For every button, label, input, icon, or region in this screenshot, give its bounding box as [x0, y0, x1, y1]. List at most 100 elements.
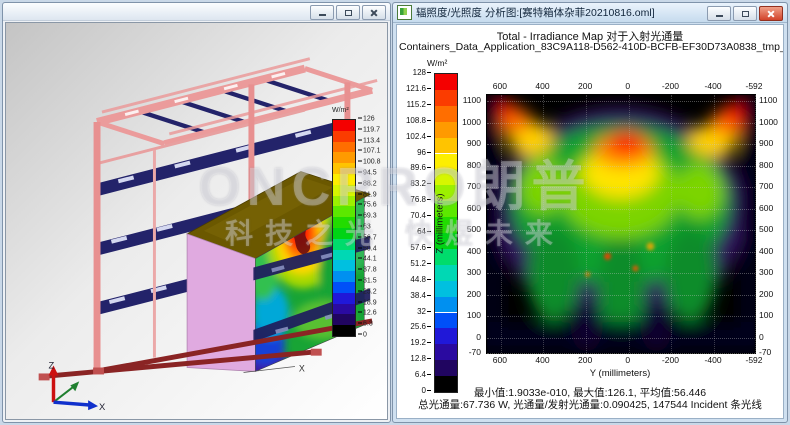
model-3d-scene: X Z X: [6, 23, 387, 419]
colorbar-tick-label: 115.2: [399, 101, 431, 109]
colorbar-tick-label: 25.6: [399, 323, 431, 331]
colorbar-segment: [333, 152, 355, 163]
axis-tick-label: 700: [467, 182, 481, 191]
axis-tick-label: 400: [467, 247, 481, 256]
colorbar-tick-label: 75.6: [358, 202, 377, 209]
close-button[interactable]: [759, 6, 783, 21]
axis-tick-label: 600: [467, 203, 481, 212]
axis-tick-label: 900: [759, 139, 773, 148]
restore-icon: [345, 10, 352, 16]
colorbar-tick-label: 126: [358, 116, 375, 123]
axis-tick-label: 0: [625, 356, 630, 365]
model-window-titlebar[interactable]: [3, 3, 390, 21]
minimize-button[interactable]: [310, 5, 334, 20]
axis-tick-label: 1100: [463, 96, 481, 105]
colorbar-tick-label: 0: [358, 332, 367, 339]
axis-tick-label: 400: [535, 82, 549, 91]
axis-tick-label: 100: [467, 311, 481, 320]
close-icon: [767, 10, 775, 18]
colorbar-labels: 128121.6115.2108.8102.49689.683.276.870.…: [399, 73, 431, 391]
y-axis-title: Y (millimeters): [486, 368, 754, 379]
model-3d-viewport[interactable]: X Z X W/m² 126119.7113.4107.1100: [5, 22, 388, 420]
restore-button[interactable]: [336, 5, 360, 20]
minimize-button[interactable]: [707, 6, 731, 21]
irradiance-window-titlebar[interactable]: 辐照度/光照度 分析图:[赛特箱体杂菲20210816.oml]: [393, 3, 787, 23]
grid-line: [586, 95, 587, 353]
axis-tick-label: -400: [705, 82, 722, 91]
axis-tick-label: 400: [535, 356, 549, 365]
irradiance-window-title: 辐照度/光照度 分析图:[赛特箱体杂菲20210816.oml]: [416, 5, 700, 20]
colorbar-tick-label: 119.7: [358, 126, 380, 133]
colorbar-tick-label: 18.9: [358, 299, 377, 306]
axis-tick-label: 0: [625, 82, 630, 91]
colorbar-tick-label: 37.8: [358, 267, 377, 274]
colorbar-tick-label: 50.4: [358, 245, 377, 252]
irradiance-heatmap[interactable]: [486, 94, 756, 354]
model-3d-window: X Z X W/m² 126119.7113.4107.1100: [2, 2, 391, 423]
colorbar-tick-label: 44.1: [358, 256, 377, 263]
axis-tick-label: 200: [467, 290, 481, 299]
colorbar-segment: [333, 163, 355, 174]
axis-tick-label: -70: [759, 348, 771, 357]
axis-tick-label: 1000: [462, 117, 481, 126]
axis-tick-label: 1000: [759, 117, 778, 126]
grid-line: [487, 353, 755, 354]
colorbar-segment: [435, 360, 457, 376]
colorbar-segment: [333, 217, 355, 228]
restore-icon: [742, 11, 749, 17]
axis-tick-label: 500: [759, 225, 773, 234]
colorbar-segment: [333, 304, 355, 315]
irradiance-map-window: 辐照度/光照度 分析图:[赛特箱体杂菲20210816.oml] Total -…: [392, 2, 788, 423]
axis-tick-label: 600: [759, 203, 773, 212]
triad-z-label: Z: [49, 360, 55, 371]
left-colorbar: 126119.7113.4107.1100.894.588.281.975.66…: [332, 119, 388, 335]
colorbar-segment: [333, 325, 355, 336]
triad-x-label: X: [99, 401, 106, 412]
colorbar-segment: [333, 228, 355, 239]
grid-line: [755, 95, 756, 353]
axis-tick-label: -200: [662, 82, 679, 91]
colorbar-segment: [333, 271, 355, 282]
z-axis-ticks-left: 110010009008007006005004003002001000-70: [453, 94, 483, 352]
grid-line: [714, 95, 715, 353]
x-axis-ticks-bottom: 6004002000-200-400-592: [486, 356, 754, 366]
axis-tick-label: 900: [467, 139, 481, 148]
colorbar-tick-label: 100.8: [358, 159, 381, 166]
minimize-icon: [716, 15, 723, 17]
colorbar-tick-label: 6.3: [358, 321, 373, 328]
colorbar-tick-label: 89.6: [399, 164, 431, 172]
irradiance-map-icon: [397, 5, 412, 20]
axis-tick-label: 200: [578, 356, 592, 365]
axis-tick-label: -70: [469, 348, 481, 357]
close-button[interactable]: [362, 5, 386, 20]
colorbar-tick-label: 25.2: [358, 288, 377, 295]
stats-flux-rays: 总光通量:67.736 W, 光通量/发射光通量:0.090425, 14754…: [397, 397, 783, 412]
x-axis-ticks-top: 6004002000-200-400-592: [486, 82, 754, 92]
restore-button[interactable]: [733, 6, 757, 21]
axis-tick-label: -200: [662, 356, 679, 365]
axis-tick-label: 800: [467, 160, 481, 169]
axis-tick-label: 0: [759, 333, 764, 342]
colorbar-segment: [333, 250, 355, 261]
colorbar-tick-label: 88.2: [358, 180, 377, 187]
colorbar-tick-label: 107.1: [358, 148, 381, 155]
colorbar-tick-label: 44.8: [399, 276, 431, 284]
axis-tick-label: 300: [759, 268, 773, 277]
colorbar-tick-label: 57.6: [399, 244, 431, 252]
colorbar-unit: W/m²: [427, 58, 447, 68]
axis-tick-label: 500: [467, 225, 481, 234]
axis-tick-label: -592: [745, 82, 762, 91]
irradiance-map-content: Total - Irradiance Map 对于入射光通量 Container…: [396, 24, 784, 419]
grid-line: [671, 95, 672, 353]
colorbar-tick-label: 12.8: [399, 355, 431, 363]
map-source-filename: Containers_Data_Application_83C9A118-D56…: [397, 41, 783, 53]
axis-tick-label: 300: [467, 268, 481, 277]
colorbar-tick-label: 19.2: [399, 339, 431, 347]
axis-tick-label: -592: [745, 356, 762, 365]
colorbar-tick-label: 83.2: [399, 180, 431, 188]
axis-tick-label: 600: [493, 82, 507, 91]
colorbar-tick-label: 51.2: [399, 260, 431, 268]
colorbar-segment: [333, 260, 355, 271]
colorbar-tick-label: 94.5: [358, 170, 377, 177]
colorbar-tick-label: 12.6: [358, 310, 377, 317]
